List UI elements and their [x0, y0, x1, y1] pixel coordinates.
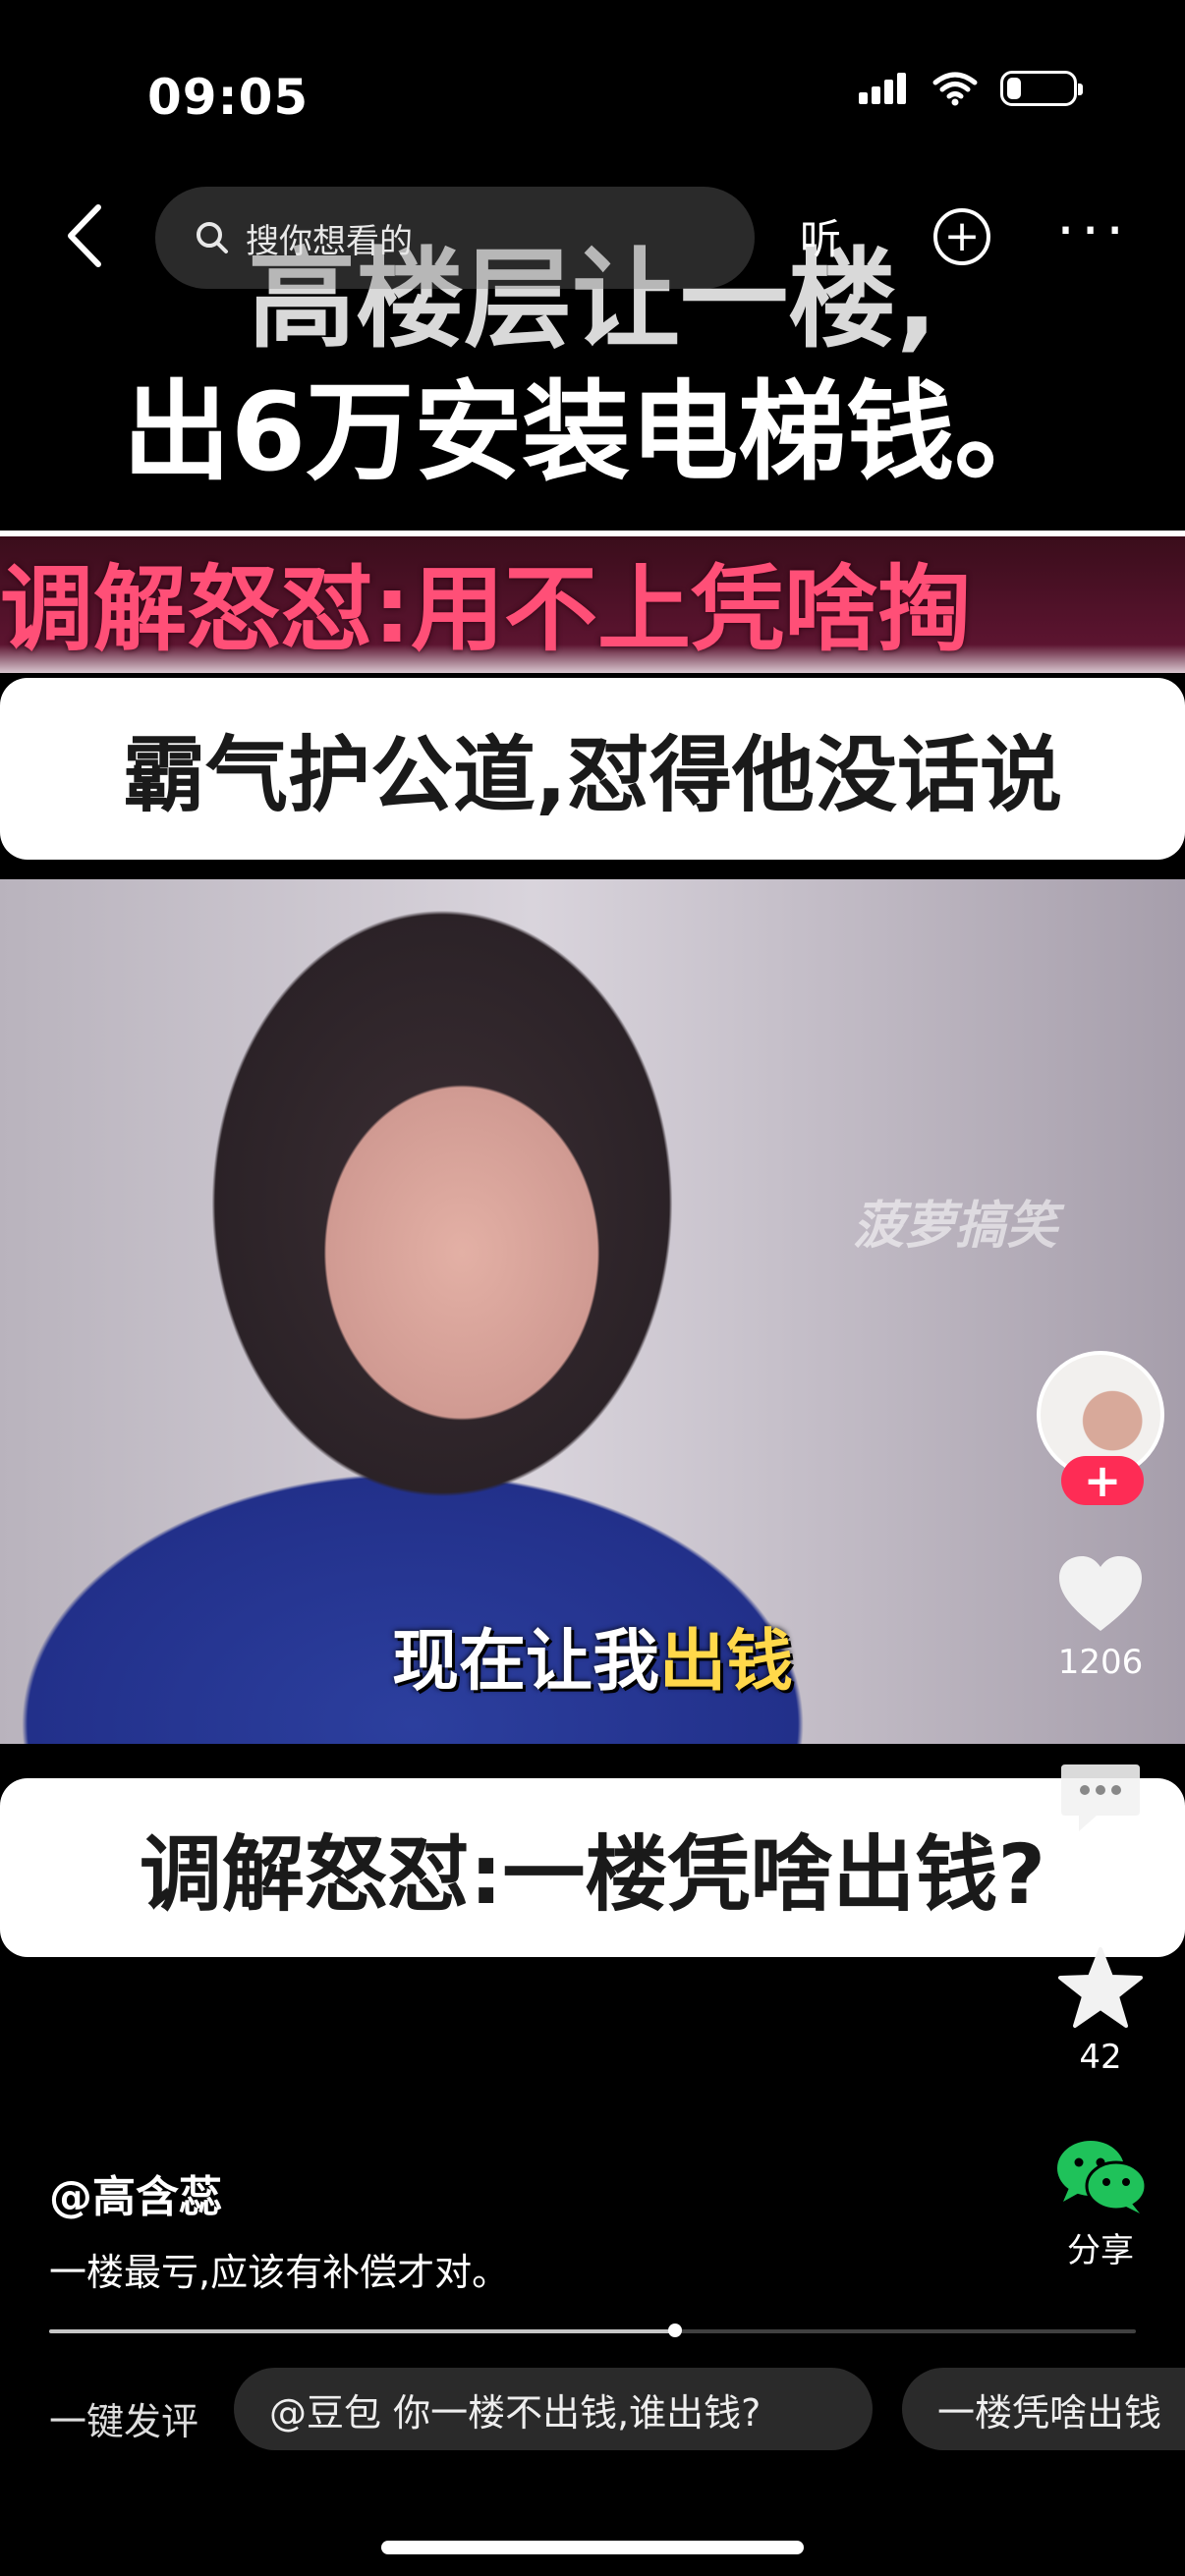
back-button[interactable] — [55, 201, 114, 270]
banner-red-text: 调解怒怼:用不上凭啥掏 — [0, 556, 971, 664]
subtitle-highlight: 出钱 — [659, 1623, 794, 1701]
banner-bottom-text: 调解怒怼:一楼凭啥出钱? — [139, 1825, 1046, 1923]
battery-icon — [1000, 71, 1083, 106]
author-name[interactable]: @高含蕊 — [49, 2161, 222, 2224]
like-button[interactable]: 1206 — [1022, 1552, 1179, 1682]
follow-button[interactable]: + — [1061, 1456, 1144, 1505]
favorite-button[interactable]: 42 — [1022, 1945, 1179, 2077]
video-caption: 一楼最亏,应该有补偿才对。 — [49, 2251, 510, 2294]
chevron-left-icon — [68, 204, 101, 267]
quick-comment-chip[interactable]: @豆包 你一楼不出钱,谁出钱? — [234, 2368, 873, 2450]
home-indicator[interactable] — [381, 2541, 804, 2554]
heart-icon — [1059, 1556, 1142, 1631]
banner-white-text: 霸气护公道,怼得他没话说 — [123, 727, 1062, 823]
video-banner-white: 霸气护公道,怼得他没话说 — [0, 678, 1185, 860]
share-button[interactable]: 分享 — [1022, 2137, 1179, 2271]
video-watermark: 菠萝搞笑 — [852, 1197, 1057, 1256]
favorite-count: 42 — [1079, 2038, 1122, 2077]
video-subtitle: 现在让我出钱 — [0, 1606, 1185, 1704]
signal-icon — [859, 73, 906, 104]
video-banner-red: 调解怒怼:用不上凭啥掏 — [0, 531, 1185, 673]
more-icon[interactable]: ··· — [1056, 201, 1130, 260]
star-icon — [1058, 1947, 1143, 2028]
wifi-icon — [932, 72, 978, 106]
wechat-icon — [1057, 2141, 1148, 2213]
status-time: 09:05 — [147, 69, 310, 126]
quick-comment-chip[interactable]: 一楼凭啥出钱 — [902, 2368, 1185, 2450]
comment-icon — [1061, 1764, 1140, 1831]
like-count: 1206 — [1057, 1643, 1144, 1682]
progress-fill — [49, 2329, 674, 2333]
status-icons — [857, 71, 1083, 106]
progress-handle[interactable] — [668, 2324, 682, 2337]
video-banner-bottom: 调解怒怼:一楼凭啥出钱? — [0, 1778, 1185, 1957]
search-icon — [197, 222, 228, 253]
subtitle-plain: 现在让我 — [391, 1623, 659, 1701]
video-headline-2: 出6万安装电梯钱。 — [122, 369, 1063, 495]
quick-comment-label: 一键发评 — [49, 2400, 199, 2443]
search-bar[interactable]: 搜你想看的 — [155, 187, 755, 289]
comment-count: 289 — [1068, 1845, 1133, 1884]
listen-button[interactable]: 听 — [800, 206, 841, 266]
search-placeholder: 搜你想看的 — [246, 221, 413, 261]
share-label: 分享 — [1067, 2231, 1134, 2270]
comment-button[interactable]: 289 — [1022, 1759, 1179, 1884]
plus-circle-icon[interactable]: + — [933, 208, 990, 265]
